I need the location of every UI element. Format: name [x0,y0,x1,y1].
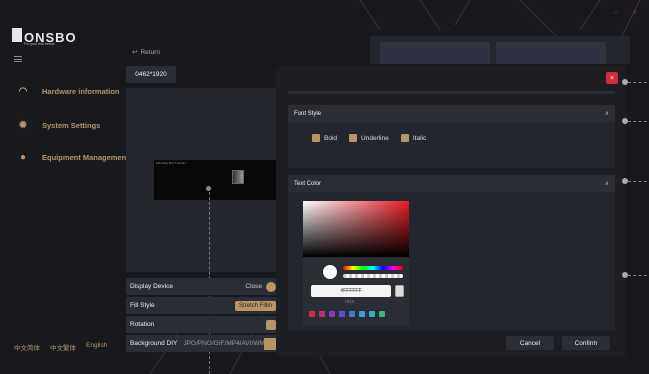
logo-tagline: For your real needs [24,42,55,46]
connector [622,79,649,85]
preset-color-swatch[interactable] [379,311,385,317]
fill-style-select[interactable]: Stretch Fillin [234,300,276,311]
display-device-value: Close [245,283,262,290]
text-color-title: Text Color [294,180,322,187]
option-label: Italic [412,134,427,142]
italic-option[interactable]: Italic [400,134,427,142]
return-label: Return [140,48,160,56]
chevron-up-icon[interactable]: ∧ [605,180,609,187]
confirm-button[interactable]: Confirm [562,336,610,350]
nav-hardware-information[interactable]: ◠ Hardware information [18,85,120,97]
current-color-swatch [323,265,337,279]
nav-system-settings[interactable]: ✹ System Settings [18,119,101,131]
connector [622,272,649,278]
connector-line [628,81,649,83]
nav-label: System Settings [42,120,101,130]
nav-label: Equipment Management [42,152,129,162]
font-style-panel: Font Style ∧ Bold Underline Italic [288,105,615,168]
preview-caption: CPU Temp 45.0 °C 22.14 s [156,162,186,165]
text-style-dialog: × Font Style ∧ Bold Underline Italic Tex… [276,66,626,356]
hex-label: HEX [345,299,355,304]
rotate-button[interactable] [266,319,276,330]
display-device-label: Display Device [130,283,173,290]
background-diy-formats: JPG/PNG/GIF/MP4/AVI/WMV [183,340,270,347]
background-diy-label: Background DIY [130,340,178,347]
display-device-toggle[interactable] [266,281,276,292]
cancel-button[interactable]: Cancel [506,336,554,350]
logo-mark [12,28,22,42]
lang-english[interactable]: English [86,342,107,352]
fill-style-row: Fill Style Stretch Fillin [126,297,276,314]
resolution-display: 0462*1920 [126,66,176,83]
lang-simplified-chinese[interactable]: 中文简体 [14,342,40,352]
alpha-slider[interactable] [343,274,403,278]
background-upload-button[interactable] [264,337,276,350]
font-style-header[interactable]: Font Style ∧ [288,105,615,122]
gear-icon: ✹ [18,119,28,131]
screen-preview: CPU Temp 45.0 °C 22.14 s [126,88,276,272]
theme-thumbnail[interactable] [496,42,606,64]
display-device-row: Display Device Close [126,278,276,295]
hamburger-menu-icon[interactable] [14,56,22,62]
close-icon[interactable]: × [606,72,618,84]
font-style-title: Font Style [294,110,322,117]
preset-color-swatch[interactable] [369,311,375,317]
language-switcher: 中文简体 中文繁体 English [14,342,107,352]
connector-line [628,120,649,122]
color-picker: #FFFFFF HEX [303,201,409,325]
connector [622,118,649,124]
hue-slider[interactable] [343,266,403,270]
gauge-icon: ◠ [18,85,28,97]
theme-thumbnails [370,36,630,64]
user-icon: ● [19,151,27,163]
preset-colors [309,311,385,317]
anchor-dot[interactable] [206,186,211,191]
connector-line [628,274,649,276]
hex-input[interactable]: #FFFFFF [311,285,391,297]
preset-color-swatch[interactable] [349,311,355,317]
text-color-header[interactable]: Text Color ∧ [288,175,615,192]
window-controls[interactable]: – × [614,8,643,17]
rotation-row: Rotation [126,316,276,333]
return-arrow-icon: ↩ [132,49,138,56]
nav-label: Hardware information [42,86,120,96]
chevron-up-icon[interactable]: ∧ [605,110,609,117]
rotation-label: Rotation [130,321,155,328]
dialog-topbar [288,91,615,94]
preset-color-swatch[interactable] [359,311,365,317]
preset-color-swatch[interactable] [339,311,345,317]
preview-widget-icon[interactable] [232,170,244,184]
option-label: Bold [324,134,338,142]
return-button[interactable]: ↩ Return [132,48,160,57]
text-color-panel: Text Color ∧ #FFFFFF HEX [288,175,615,331]
nav-equipment-management[interactable]: ● Equipment Management [18,151,129,163]
preset-color-swatch[interactable] [309,311,315,317]
connector [622,178,649,184]
underline-option[interactable]: Underline [349,134,389,142]
mode-toggle[interactable] [395,285,404,297]
checkbox[interactable] [312,134,320,142]
brand-logo: ONSBO For your real needs [12,28,92,50]
lang-traditional-chinese[interactable]: 中文繁体 [50,342,76,352]
bold-option[interactable]: Bold [312,134,337,142]
fill-style-label: Fill Style [130,302,155,309]
connector-line [628,180,649,182]
checkbox[interactable] [400,134,409,142]
background-diy-row: Background DIY JPG/PNG/GIF/MP4/AVI/WMV [126,335,276,352]
theme-thumbnail[interactable] [380,42,490,64]
preview-screen: CPU Temp 45.0 °C 22.14 s [154,160,276,200]
checkbox[interactable] [349,134,358,142]
preset-color-swatch[interactable] [329,311,335,317]
saturation-area[interactable] [303,201,409,257]
option-label: Underline [361,134,389,142]
preset-color-swatch[interactable] [319,311,325,317]
